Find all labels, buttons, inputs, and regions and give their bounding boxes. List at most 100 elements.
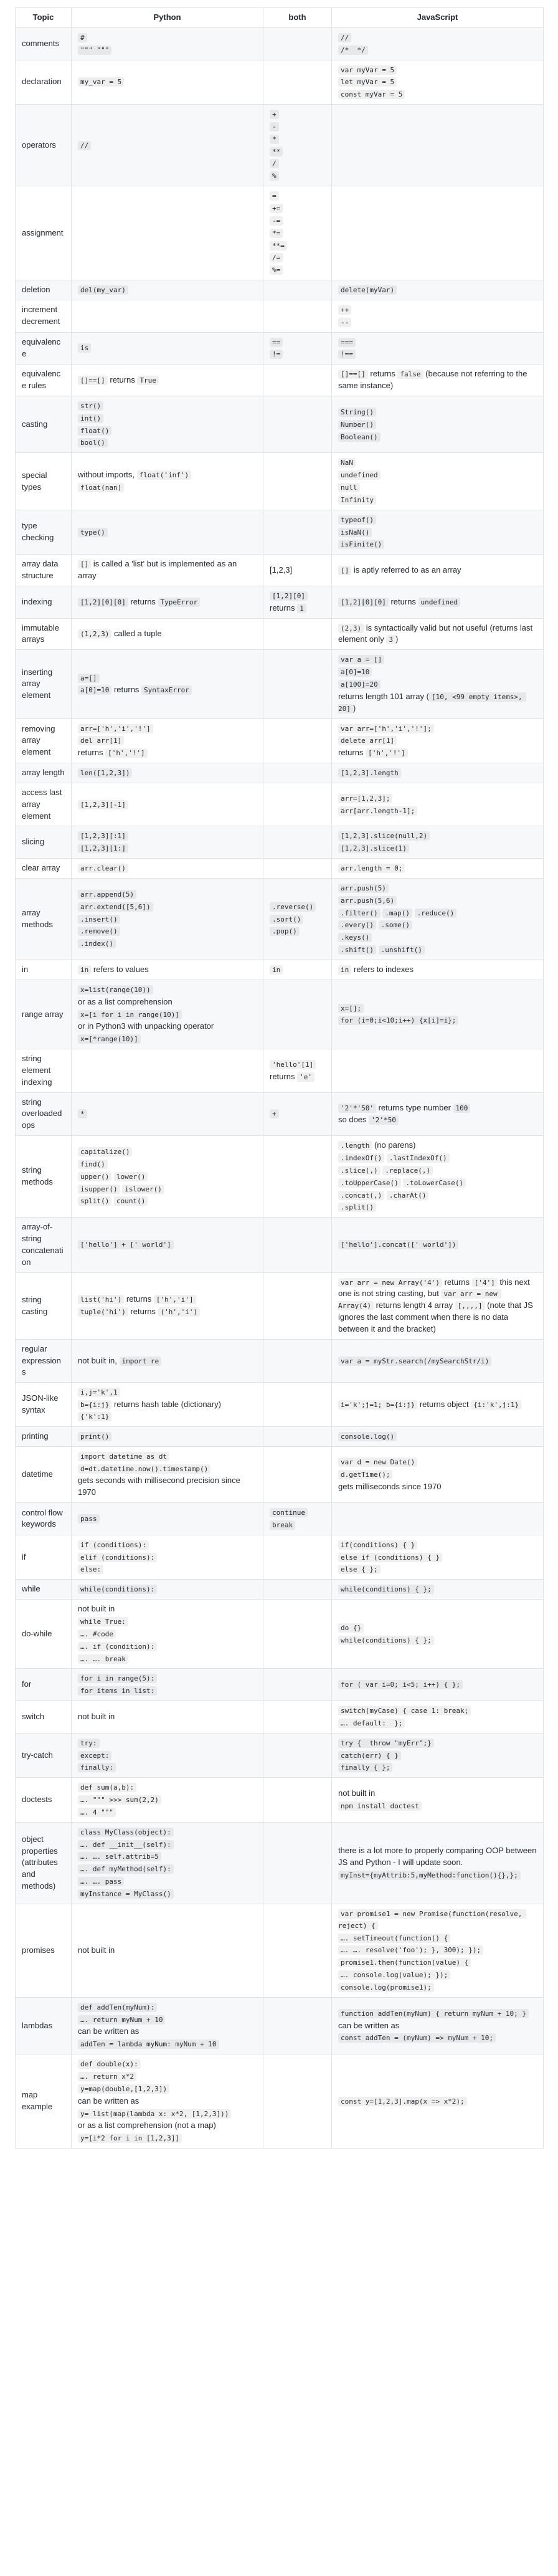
code-snippet: switch(myCase) { case 1: break; <box>338 1706 471 1716</box>
topic-cell: assignment <box>15 186 72 281</box>
code-snippet: a[0]=10 <box>78 685 112 695</box>
code-snippet: // <box>78 140 92 150</box>
javascript-cell: var promise1 = new Promise(function(reso… <box>331 1903 544 1998</box>
cell-line: /* */ <box>338 44 537 56</box>
cell-text: refers to values <box>91 965 149 974</box>
python-cell: in refers to values <box>71 960 263 980</box>
python-cell: [1,2,3][-1] <box>71 782 263 827</box>
code-snippet: .concat(,) <box>338 1190 385 1200</box>
javascript-cell: String() Number() Boolean() <box>331 395 544 454</box>
cell-line: i,j='k',1 <box>78 1386 257 1398</box>
table-row: datetime import datetime as dt d=dt.dateti… <box>15 1446 544 1504</box>
table-row: map example def double(x): …. return x*2 y=… <box>15 2054 544 2149</box>
table-row: assignment = += -= *= **= /= %= <box>15 186 544 281</box>
python-cell: a=[] a[0]=10 returns SyntaxError <box>71 649 263 719</box>
cell-line: String() <box>338 406 537 418</box>
code-snippet: str() <box>78 401 104 411</box>
cell-line: …. return x*2 <box>78 2071 257 2082</box>
cell-line: .concat(,) .charAt() <box>338 1190 537 1201</box>
code-snippet: arr.push(5,6) <box>338 895 397 905</box>
cell-line: a[0]=10 <box>338 666 537 678</box>
table-row: deletion del(my_var) delete(myVar) <box>15 280 544 300</box>
cell-line: + <box>270 1108 325 1120</box>
code-snippet: .shift() <box>338 945 376 955</box>
javascript-cell: .length (no parens) .indexOf() .lastIndex… <box>331 1135 544 1218</box>
code-snippet: import datetime as dt <box>78 1451 170 1461</box>
cell-line: [1,2][0] <box>270 590 325 602</box>
table-row: object properties (attributes and method… <box>15 1821 544 1904</box>
code-snippet: …. console.log(value); }); <box>338 1970 451 1980</box>
python-cell: pass <box>71 1502 263 1535</box>
code-snippet: .reverse() <box>270 902 316 912</box>
code-snippet: while(conditions) { }; <box>338 1635 434 1645</box>
python-cell: def double(x): …. return x*2 y=map(double,… <box>71 2054 263 2149</box>
code-snippet: -= <box>270 216 283 226</box>
code-snippet: arr.extend([5,6]) <box>78 902 153 912</box>
code-snippet: class MyClass(object): <box>78 1827 174 1837</box>
cell-line: a=[] <box>78 672 257 684</box>
code-snippet: break <box>270 1520 296 1530</box>
code-snippet: def double(x): <box>78 2059 141 2069</box>
code-snippet: …. #code <box>78 1629 116 1639</box>
code-snippet: []==[] <box>78 375 108 385</box>
javascript-cell: do {} while(conditions) { }; <box>331 1599 544 1669</box>
cell-text: returns type number <box>376 1102 453 1112</box>
cell-text: returns <box>107 374 138 384</box>
cell-text: is aptly referred to as an array <box>351 565 461 575</box>
javascript-cell: const y=[1,2,3].map(x => x*2); <box>331 2054 544 2149</box>
code-snippet: .filter() <box>338 908 381 918</box>
cell-line: (2,3) is syntactically valid but not use… <box>338 623 537 646</box>
both-cell <box>263 364 332 396</box>
cell-line: (1,2,3) called a tuple <box>78 628 257 640</box>
javascript-cell: // /* */ <box>331 27 544 60</box>
both-cell <box>263 1338 332 1383</box>
code-snippet: **= <box>270 241 287 250</box>
cell-line: typeof() <box>338 514 537 526</box>
comparison-table: Topic Python both JavaScript comments # ""… <box>15 7 544 2149</box>
both-cell <box>263 59 332 105</box>
cell-text: returns <box>270 603 298 613</box>
javascript-cell: var a = myStr.search(/mySearchStr/i) <box>331 1338 544 1383</box>
code-snippet: for items in list: <box>78 1686 158 1696</box>
code-snippet: a=[] <box>78 673 100 683</box>
table-row: indexing [1,2][0][0] returns TypeError [1,… <box>15 585 544 619</box>
both-cell: == != <box>263 332 332 365</box>
cell-line: null <box>338 482 537 494</box>
cell-line: del(my_var) <box>78 284 257 296</box>
cell-text: called a tuple <box>111 629 162 639</box>
topic-cell: inserting array element <box>15 649 72 719</box>
cell-line: arr.push(5) <box>338 882 537 894</box>
table-row: printing print() console.log() <box>15 1426 544 1447</box>
table-row: operators//+ - * ** /% <box>15 104 544 187</box>
topic-cell: string methods <box>15 1135 72 1218</box>
both-cell <box>263 1534 332 1580</box>
code-snippet: typeof() <box>338 515 376 525</box>
cell-line: addTen = lambda myNum: myNum + 10 <box>78 2038 257 2050</box>
cell-text: not built in <box>338 1788 376 1798</box>
cell-line: []==[] returns True <box>78 374 257 386</box>
code-snippet: myInst={myAttrib:5,myMethod:function(){}… <box>338 1870 521 1880</box>
javascript-cell: in refers to indexes <box>331 960 544 980</box>
cell-line: delete(myVar) <box>338 284 537 296</box>
table-row: range array x=list(range(10)) or as a list… <box>15 979 544 1050</box>
code-snippet: .index() <box>78 939 116 949</box>
code-snippet: += <box>270 203 283 213</box>
topic-cell: type checking <box>15 509 72 555</box>
code-snippet: True <box>137 375 159 385</box>
table-row: regular expressions not built in, import … <box>15 1338 544 1383</box>
cell-line: if (conditions): <box>78 1539 257 1551</box>
cell-line: Boolean() <box>338 431 537 443</box>
python-cell: for i in range(5): for items in list: <box>71 1668 263 1702</box>
javascript-cell: if(conditions) { } else if (conditions) {… <box>331 1534 544 1580</box>
code-snippet: tuple('hi') <box>78 1307 128 1317</box>
javascript-cell <box>331 1502 544 1535</box>
python-cell <box>71 299 263 333</box>
cell-line: y=map(double,[1,2,3]) <box>78 2083 257 2095</box>
code-snippet: .keys() <box>338 933 372 943</box>
code-snippet: [1,2,3].slice(null,2) <box>338 831 430 841</box>
code-snippet: islower() <box>122 1184 164 1194</box>
code-snippet: …. return x*2 <box>78 2071 137 2081</box>
table-row: if if (conditions): elif (conditions): else… <box>15 1534 544 1580</box>
both-cell: 'hello'[1] returns 'e' <box>263 1049 332 1093</box>
table-row: do-while not built in while True: …. #code …… <box>15 1599 544 1669</box>
